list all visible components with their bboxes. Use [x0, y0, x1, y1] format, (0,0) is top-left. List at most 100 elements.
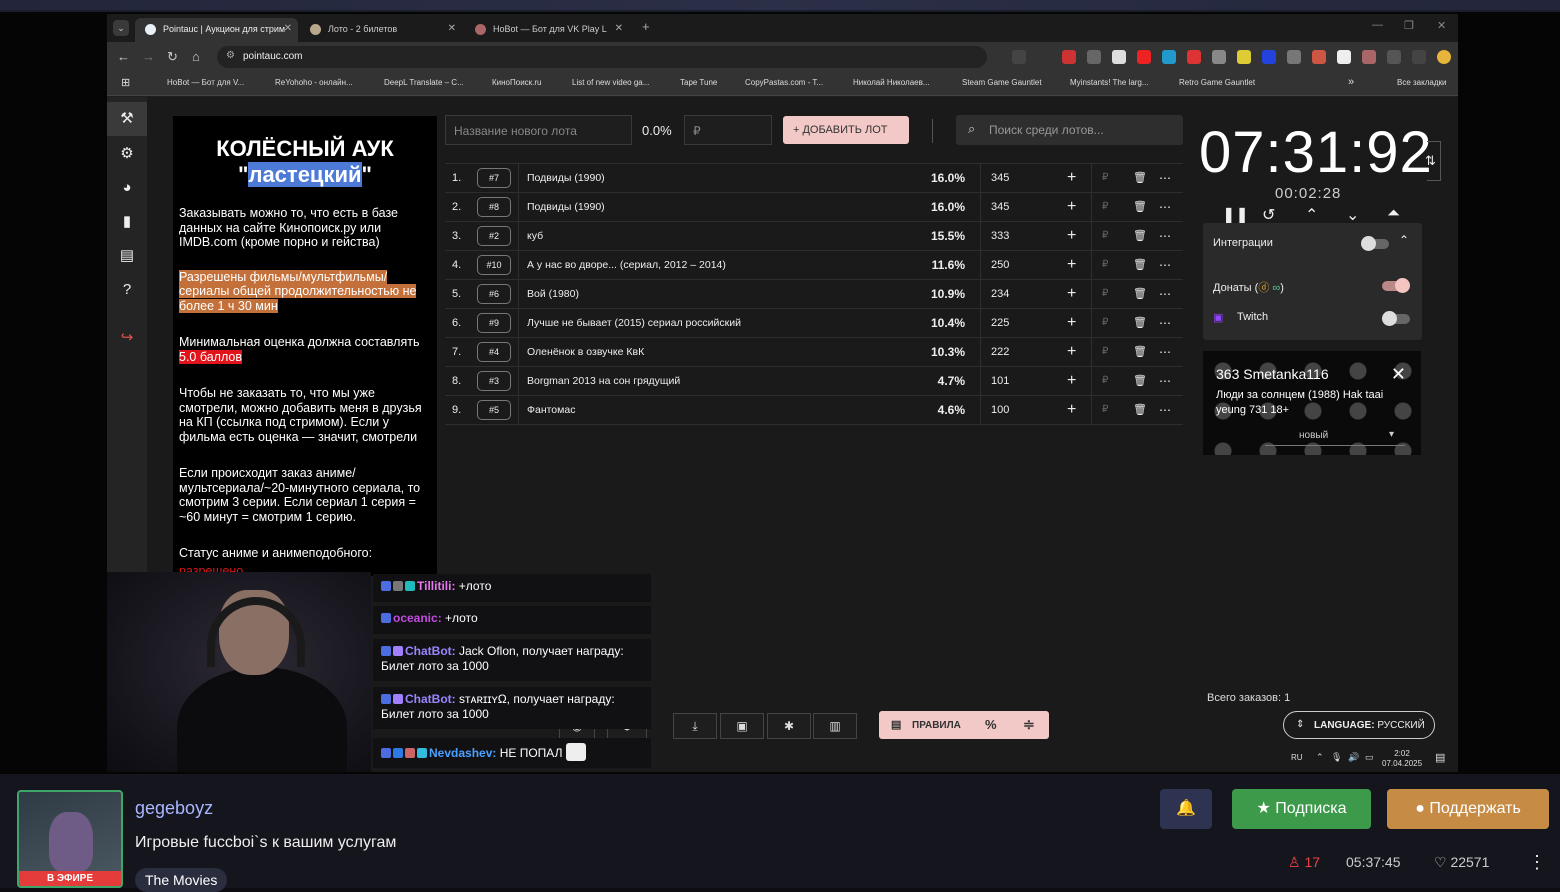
- all-bookmarks[interactable]: Все закладки: [1397, 78, 1446, 87]
- help-icon[interactable]: ?: [118, 281, 136, 299]
- lot-id[interactable]: #9: [477, 313, 511, 333]
- download-button[interactable]: ⤓: [673, 713, 717, 739]
- bookmark-item[interactable]: Steam Game Gauntlet: [962, 78, 1042, 87]
- add-amount-button[interactable]: +: [1067, 396, 1076, 424]
- close-icon[interactable]: ✕: [448, 23, 456, 34]
- lot-name[interactable]: Лучше не бывает (2015) сериал российский: [527, 309, 741, 337]
- lot-name[interactable]: Подвиды (1990): [527, 164, 605, 192]
- amount-input[interactable]: ₽: [1102, 280, 1108, 308]
- delete-icon[interactable]: 🗑: [1133, 193, 1147, 221]
- add-amount-button[interactable]: +: [1067, 309, 1076, 337]
- more-icon[interactable]: ⋯: [1159, 251, 1171, 279]
- minimize-button[interactable]: —: [1372, 19, 1383, 31]
- bookmark-item[interactable]: КиноПоиск.ru: [492, 78, 542, 87]
- lot-amount-input[interactable]: ₽: [684, 115, 772, 145]
- add-amount-button[interactable]: +: [1067, 338, 1076, 366]
- lot-id[interactable]: #3: [477, 371, 511, 391]
- bookmark-item[interactable]: Tape Tune: [680, 78, 717, 87]
- double-chevron-up-icon[interactable]: ⏶: [1387, 205, 1400, 223]
- more-icon[interactable]: ⋯: [1159, 164, 1171, 192]
- lot-amount[interactable]: 222: [991, 338, 1009, 366]
- more-icon[interactable]: ⋯: [1159, 193, 1171, 221]
- donations-toggle[interactable]: [1382, 278, 1410, 293]
- clipboard-icon[interactable]: ▤: [118, 247, 136, 265]
- media-icon[interactable]: [1412, 50, 1426, 64]
- add-amount-button[interactable]: +: [1067, 164, 1076, 192]
- swap-icon[interactable]: ⇅: [1425, 153, 1436, 169]
- subscribe-button[interactable]: ★ Подписка: [1232, 789, 1371, 829]
- more-icon[interactable]: ⋯: [1159, 367, 1171, 395]
- bookmark-item[interactable]: Myinstants! The larg...: [1070, 78, 1149, 87]
- wheel-icon[interactable]: ◕: [118, 179, 136, 197]
- profile-avatar[interactable]: [1437, 50, 1451, 64]
- add-amount-button[interactable]: +: [1067, 367, 1076, 395]
- more-icon[interactable]: ⋯: [1159, 222, 1171, 250]
- close-icon[interactable]: ✕: [284, 23, 292, 34]
- add-amount-button[interactable]: +: [1067, 251, 1076, 279]
- chevron-up-icon[interactable]: ⌃: [1399, 233, 1409, 247]
- more-options-icon[interactable]: ⋮: [1528, 852, 1546, 873]
- twitch-toggle[interactable]: [1382, 311, 1410, 326]
- percent-icon[interactable]: %: [985, 717, 997, 732]
- tab-pointauc[interactable]: Pointauc | Аукцион для стрим ✕: [135, 18, 298, 42]
- logout-icon[interactable]: ↪: [118, 329, 136, 347]
- home-icon[interactable]: ⌂: [192, 49, 200, 64]
- extension-icon[interactable]: [1087, 50, 1101, 64]
- gavel-icon[interactable]: ⚒: [107, 102, 147, 136]
- bookmark-item[interactable]: DeepL Translate – С...: [384, 78, 464, 87]
- clear-button[interactable]: ▥: [813, 713, 857, 739]
- extension-icon[interactable]: [1237, 50, 1251, 64]
- donation-lot-select[interactable]: новый: [1265, 426, 1405, 446]
- language-button[interactable]: ⇕ LANGUAGE: РУССКИЙ: [1283, 711, 1435, 739]
- add-amount-button[interactable]: +: [1067, 193, 1076, 221]
- window-close-button[interactable]: ✕: [1437, 19, 1446, 32]
- more-icon[interactable]: ⋯: [1159, 396, 1171, 424]
- extension-icon[interactable]: [1362, 50, 1376, 64]
- lot-amount[interactable]: 345: [991, 164, 1009, 192]
- support-button[interactable]: ● Поддержать: [1387, 789, 1549, 829]
- split-icon[interactable]: ≑: [1023, 716, 1035, 733]
- lot-id[interactable]: #7: [477, 168, 511, 188]
- url-field[interactable]: ⚙ pointauc.com: [217, 46, 987, 68]
- lot-amount[interactable]: 234: [991, 280, 1009, 308]
- extension-icon[interactable]: [1112, 50, 1126, 64]
- bookmark-item[interactable]: Retro Game Gauntlet: [1179, 78, 1255, 87]
- lot-name[interactable]: А у нас во дворе... (сериал, 2012 – 2014…: [527, 251, 726, 279]
- category-tag[interactable]: The Movies: [135, 868, 228, 892]
- reload-icon[interactable]: ↻: [167, 49, 178, 65]
- save-button[interactable]: ▣: [720, 713, 764, 739]
- delete-icon[interactable]: 🗑: [1133, 367, 1147, 395]
- stats-icon[interactable]: ▮: [118, 213, 136, 231]
- lot-name[interactable]: куб: [527, 222, 543, 250]
- amount-input[interactable]: ₽: [1102, 396, 1108, 424]
- delete-icon[interactable]: 🗑: [1133, 280, 1147, 308]
- extension-icon[interactable]: [1162, 50, 1176, 64]
- tray-chevron-icon[interactable]: ⌃: [1316, 752, 1324, 763]
- lot-id[interactable]: #4: [477, 342, 511, 362]
- lot-amount[interactable]: 225: [991, 309, 1009, 337]
- lot-id[interactable]: #8: [477, 197, 511, 217]
- tab-hobot[interactable]: HoBot — Бот для VK Play L ✕: [465, 18, 629, 42]
- bug-button[interactable]: ✱: [767, 713, 811, 739]
- extension-icon[interactable]: [1137, 50, 1151, 64]
- bookmark-item[interactable]: HoBot — Бот для V...: [167, 78, 244, 87]
- chevron-down-icon[interactable]: ▾: [1389, 429, 1394, 440]
- add-lot-button[interactable]: + ДОБАВИТЬ ЛОТ: [783, 116, 909, 144]
- chevron-up-icon[interactable]: ⌃: [1305, 205, 1318, 225]
- lot-id[interactable]: #2: [477, 226, 511, 246]
- lot-name[interactable]: Подвиды (1990): [527, 193, 605, 221]
- extension-icon[interactable]: [1337, 50, 1351, 64]
- chevron-down-icon[interactable]: ⌄: [1346, 205, 1359, 225]
- lot-amount[interactable]: 100: [991, 396, 1009, 424]
- lot-name[interactable]: Фантомас: [527, 396, 575, 424]
- channel-name[interactable]: gegeboyz: [135, 798, 213, 819]
- lot-amount[interactable]: 333: [991, 222, 1009, 250]
- bookmark-item[interactable]: CopyPastas.com - T...: [745, 78, 823, 87]
- extension-icon[interactable]: [1287, 50, 1301, 64]
- lot-amount[interactable]: 101: [991, 367, 1009, 395]
- lot-amount[interactable]: 250: [991, 251, 1009, 279]
- more-icon[interactable]: ⋯: [1159, 309, 1171, 337]
- site-info-icon[interactable]: ⚙: [226, 50, 235, 61]
- tab-search-icon[interactable]: ⌄: [113, 20, 129, 36]
- channel-avatar[interactable]: В ЭФИРЕ: [17, 790, 123, 888]
